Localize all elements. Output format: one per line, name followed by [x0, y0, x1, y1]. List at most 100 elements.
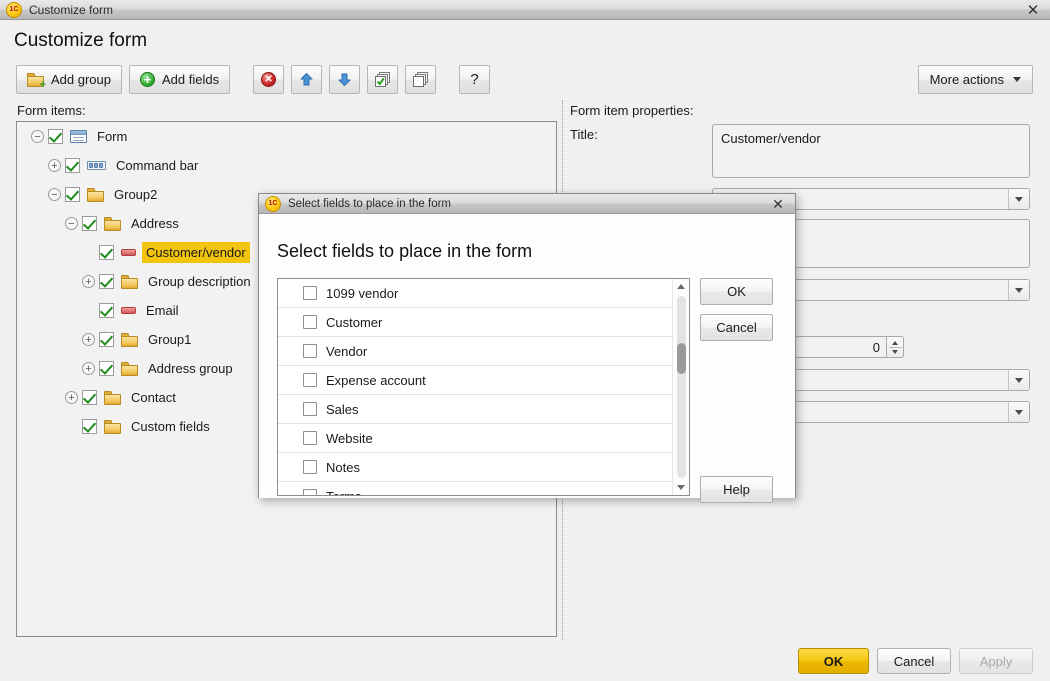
stepper-buttons[interactable] [887, 336, 904, 358]
field-list-item[interactable]: Sales [278, 395, 672, 424]
delete-item-button[interactable]: ✕ [253, 65, 285, 94]
expand-icon[interactable]: + [65, 391, 78, 404]
field-checkbox[interactable] [303, 373, 317, 387]
tree-item-form[interactable]: − Form [17, 122, 556, 151]
field-label: Terms [326, 488, 362, 496]
tree-item-checkbox[interactable] [65, 158, 80, 173]
tree-item-checkbox[interactable] [65, 187, 80, 202]
form-icon [70, 130, 87, 143]
folder-icon [121, 274, 138, 289]
expand-icon[interactable]: + [82, 362, 95, 375]
chevron-down-icon[interactable] [1008, 280, 1029, 300]
tree-item-checkbox[interactable] [99, 274, 114, 289]
expand-icon[interactable]: + [82, 275, 95, 288]
window-title: Customize form [29, 2, 114, 17]
tree-item-label: Form [97, 129, 128, 144]
field-checkbox[interactable] [303, 344, 317, 358]
field-label: Vendor [326, 343, 368, 359]
chevron-down-icon[interactable] [1008, 189, 1029, 209]
title-field-label: Title: [570, 127, 598, 142]
tree-item-label: Group description [148, 274, 251, 289]
folder-add-icon: + [27, 72, 46, 90]
scrollbar-thumb[interactable] [676, 343, 686, 375]
tree-item-checkbox[interactable] [99, 332, 114, 347]
chevron-down-icon[interactable] [1008, 370, 1029, 390]
field-checkbox[interactable] [303, 431, 317, 445]
collapse-icon[interactable]: − [65, 217, 78, 230]
field-list-item[interactable]: Customer [278, 308, 672, 337]
field-checkbox[interactable] [303, 315, 317, 329]
field-list-item[interactable]: Expense account [278, 366, 672, 395]
dialog-help-button[interactable]: Help [700, 476, 773, 503]
toolbar: + Add group + Add fields ✕ ? [16, 65, 491, 94]
more-actions-label: More actions [929, 72, 1004, 87]
field-label: 1099 vendor [326, 285, 399, 301]
cancel-button[interactable]: Cancel [877, 648, 951, 674]
move-down-arrow-icon [337, 72, 352, 87]
folder-icon [104, 390, 121, 405]
help-button[interactable]: ? [459, 65, 491, 94]
field-list-item[interactable]: 1099 vendor [278, 279, 672, 308]
property-number-value[interactable]: 0 [795, 336, 887, 358]
tree-item-label: Address [131, 216, 179, 231]
stepper-up-icon[interactable] [892, 340, 898, 345]
field-label: Customer [326, 314, 383, 330]
move-up-button[interactable] [291, 65, 323, 94]
tree-item-checkbox[interactable] [82, 216, 97, 231]
stepper-down-icon[interactable] [892, 349, 898, 354]
tree-item-checkbox[interactable] [48, 129, 63, 144]
fields-list-scrollbar[interactable] [672, 279, 689, 495]
expand-icon[interactable]: + [82, 333, 95, 346]
expand-icon[interactable]: + [48, 159, 61, 172]
field-label: Website [326, 430, 373, 446]
field-checkbox[interactable] [303, 460, 317, 474]
form-items-label: Form items: [17, 103, 86, 118]
check-all-pages-button[interactable] [367, 65, 399, 94]
collapse-icon[interactable]: − [31, 130, 44, 143]
tree-item-checkbox[interactable] [99, 245, 114, 260]
title-input[interactable]: Customer/vendor [712, 124, 1030, 178]
dialog-ok-button[interactable]: OK [700, 278, 773, 305]
chevron-down-icon [1013, 77, 1021, 82]
dialog-close-icon[interactable]: ✕ [765, 194, 791, 214]
tree-item-checkbox[interactable] [82, 390, 97, 405]
collapse-icon[interactable]: − [48, 188, 61, 201]
field-list-item[interactable]: Terms [278, 482, 672, 496]
more-actions-button[interactable]: More actions [917, 65, 1033, 94]
dialog-cancel-button[interactable]: Cancel [700, 314, 773, 341]
field-list-item[interactable]: Notes [278, 453, 672, 482]
field-list-item[interactable]: Vendor [278, 337, 672, 366]
property-number-stepper[interactable]: 0 [795, 336, 904, 358]
tree-item-checkbox[interactable] [99, 361, 114, 376]
copy-pages-icon [412, 72, 429, 87]
field-checkbox[interactable] [303, 489, 317, 495]
help-question-icon: ? [470, 71, 479, 88]
field-list-item[interactable]: Website [278, 424, 672, 453]
scrollbar-track[interactable] [676, 296, 686, 478]
copy-pages-button[interactable] [405, 65, 437, 94]
stepper-divider [888, 346, 902, 348]
add-group-button[interactable]: + Add group [16, 65, 122, 94]
move-down-button[interactable] [329, 65, 361, 94]
select-fields-dialog: 1C Select fields to place in the form ✕ … [258, 193, 796, 503]
folder-icon [121, 332, 138, 347]
window-close-icon[interactable]: ✕ [1016, 0, 1050, 20]
tree-item-checkbox[interactable] [82, 419, 97, 434]
field-checkbox[interactable] [303, 402, 317, 416]
scroll-down-icon[interactable] [677, 480, 685, 495]
tree-item-checkbox[interactable] [99, 303, 114, 318]
dialog-titlebar-text: Select fields to place in the form [288, 197, 451, 210]
page-title: Customize form [14, 30, 148, 51]
field-checkbox[interactable] [303, 286, 317, 300]
tree-item-label: Email [146, 303, 179, 318]
fields-list[interactable]: 1099 vendor Customer Vendor Expense account… [277, 278, 690, 496]
scroll-up-icon[interactable] [677, 279, 685, 294]
tree-item-label: Address group [148, 361, 233, 376]
add-fields-button[interactable]: + Add fields [129, 65, 231, 94]
folder-icon [87, 187, 104, 202]
command-bar-icon [87, 161, 106, 170]
ok-button[interactable]: OK [798, 648, 869, 674]
chevron-down-icon[interactable] [1008, 402, 1029, 422]
tree-item-command-bar[interactable]: + Command bar [17, 151, 556, 180]
folder-icon [104, 419, 121, 434]
